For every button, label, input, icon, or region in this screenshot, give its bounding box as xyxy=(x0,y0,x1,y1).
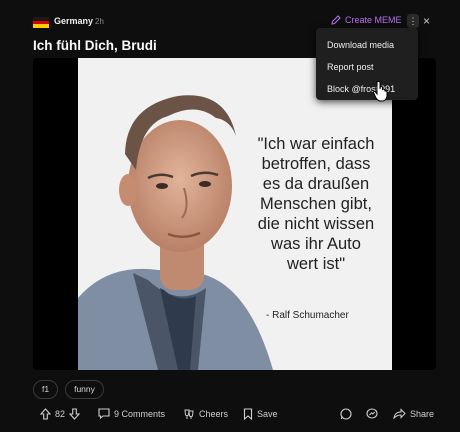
quote-author: - Ralf Schumacher xyxy=(266,310,349,321)
close-icon[interactable]: × xyxy=(423,14,430,28)
downvote-icon[interactable] xyxy=(69,408,81,420)
tag-funny[interactable]: funny xyxy=(65,380,104,399)
create-meme-label: Create MEME xyxy=(345,15,402,25)
comment-icon xyxy=(98,408,110,419)
germany-flag-icon xyxy=(33,17,49,28)
cheers-icon xyxy=(183,408,195,420)
meme-image: "Ich war einfach betroffen, dass es da d… xyxy=(78,58,392,370)
comments-label: 9 Comments xyxy=(114,408,166,419)
create-meme-button[interactable]: Create MEME xyxy=(331,15,402,25)
share-label: Share xyxy=(410,408,435,419)
hand-cursor-icon xyxy=(372,80,390,107)
menu-item-download-media[interactable]: Download media xyxy=(316,34,418,56)
post-age: 2h xyxy=(95,17,104,26)
pencil-icon xyxy=(331,15,341,25)
post-title: Ich fühl Dich, Brudi xyxy=(33,38,157,53)
comments-button[interactable]: 9 Comments xyxy=(98,408,165,419)
cheers-button[interactable]: Cheers xyxy=(183,408,228,420)
share-arrow-icon xyxy=(393,408,406,419)
bookmark-icon xyxy=(243,408,253,420)
menu-item-report-post[interactable]: Report post xyxy=(316,56,418,78)
kebab-icon: ⋮ xyxy=(408,15,418,26)
options-menu: Download media Report post Block @frosti… xyxy=(316,28,418,100)
share-button[interactable]: Share xyxy=(393,408,434,419)
vote-controls: 82 xyxy=(40,408,81,420)
save-button[interactable]: Save xyxy=(243,408,278,420)
menu-item-block-user[interactable]: Block @frosti991 xyxy=(316,78,418,100)
post-actions: 82 9 Comments Cheers Save Share xyxy=(0,404,460,426)
more-options-button[interactable]: ⋮ xyxy=(407,14,419,28)
section-name[interactable]: Germany xyxy=(54,16,93,26)
upvote-count: 82 xyxy=(55,409,66,419)
whatsapp-icon[interactable] xyxy=(340,408,352,420)
tag-f1[interactable]: f1 xyxy=(33,380,59,399)
save-label: Save xyxy=(257,409,278,419)
messenger-icon[interactable] xyxy=(366,408,378,420)
cheers-label: Cheers xyxy=(199,409,229,419)
upvote-icon[interactable] xyxy=(40,408,51,420)
tag-list: f1 funny xyxy=(33,380,104,399)
meme-quote: "Ich war einfach betroffen, dass es da d… xyxy=(257,135,375,273)
